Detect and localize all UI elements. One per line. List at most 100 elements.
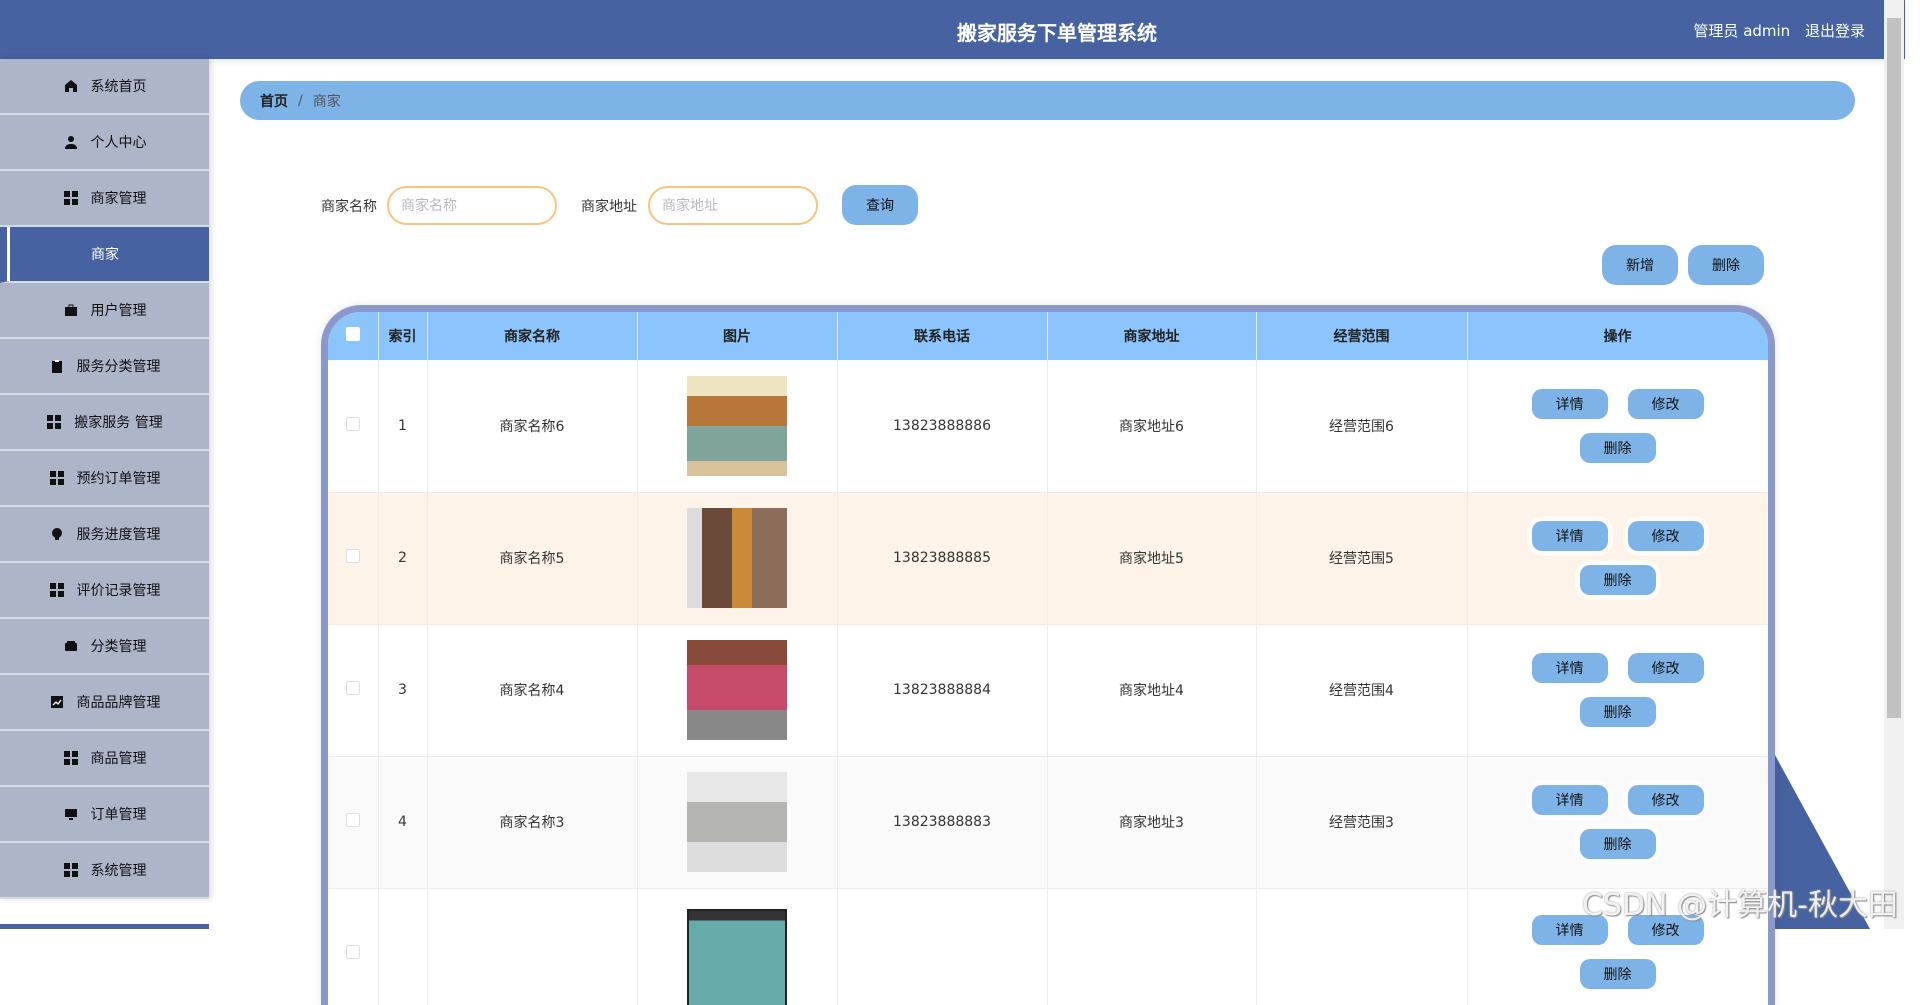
sidebar-item-service-progress[interactable]: 服务进度管理 [0, 507, 209, 563]
row-select-cell [328, 492, 379, 625]
merchant-name: 商家名称6 [427, 360, 638, 493]
edit-button[interactable]: 修改 [1627, 521, 1704, 551]
page-scrollbar[interactable] [1884, 0, 1904, 929]
column-header: 操作 [1467, 312, 1768, 360]
detail-button[interactable]: 详情 [1531, 653, 1608, 683]
sidebar-item-label: 系统首页 [90, 79, 147, 95]
select-all-checkbox[interactable] [345, 327, 360, 341]
delete-button[interactable]: 删除 [1579, 432, 1656, 463]
row-select-cell [328, 360, 379, 493]
sidebar-item-booking-order[interactable]: 预约订单管理 [0, 451, 209, 507]
merchant-scope: 经营范围4 [1256, 624, 1468, 757]
delete-button[interactable]: 删除 [1579, 829, 1656, 859]
row-checkbox[interactable] [345, 945, 360, 959]
breadcrumb-home[interactable]: 首页 [260, 91, 288, 111]
table-row: 4 商家名称3 13823888883 商家地址3 经营范围3 详情 修改 删除 [328, 756, 1768, 889]
delete-button[interactable]: 删除 [1579, 958, 1656, 989]
merchant-address-label: 商家地址 [581, 199, 637, 215]
delete-button[interactable]: 删除 [1579, 565, 1656, 595]
sidebar-item-label: 服务分类管理 [76, 359, 161, 375]
row-checkbox[interactable] [345, 549, 360, 563]
column-header: 商家地址 [1047, 312, 1257, 360]
image-cell [637, 492, 838, 625]
sidebar-item-moving-service[interactable]: 搬家服务 管理 [0, 395, 209, 451]
sidebar-item-user-mgmt[interactable]: 用户管理 [0, 283, 209, 339]
row-index: 4 [378, 756, 428, 889]
bulb-icon [49, 526, 65, 542]
sidebar-item-category[interactable]: 分类管理 [0, 619, 209, 675]
row-checkbox[interactable] [345, 813, 360, 827]
image-cell [637, 624, 838, 757]
edit-button[interactable]: 修改 [1627, 388, 1704, 419]
sidebar-item-label: 个人中心 [90, 135, 147, 151]
briefcase-icon [63, 302, 79, 318]
sidebar-item-label: 商品品牌管理 [76, 695, 161, 711]
sidebar-item-label: 用户管理 [90, 303, 147, 319]
merchant-image [687, 508, 787, 608]
merchant-phone [837, 888, 1048, 1005]
row-checkbox[interactable] [345, 681, 360, 695]
table-row: 详情 修改 删除 [328, 888, 1768, 1005]
sidebar-item-brand[interactable]: 商品品牌管理 [0, 675, 209, 731]
merchant-name: 商家名称3 [427, 756, 638, 889]
clipboard-icon [49, 358, 65, 374]
row-actions: 详情 修改 删除 [1467, 756, 1768, 889]
merchant-image [687, 375, 787, 476]
sidebar-item-profile[interactable]: 个人中心 [0, 115, 209, 171]
breadcrumb-separator: / [298, 92, 303, 109]
add-button[interactable]: 新增 [1602, 245, 1678, 285]
detail-button[interactable]: 详情 [1531, 521, 1608, 551]
row-checkbox[interactable] [345, 416, 360, 431]
bulk-delete-button[interactable]: 删除 [1688, 245, 1764, 285]
row-index: 2 [378, 492, 428, 625]
merchant-image [687, 909, 787, 1005]
sidebar-item-merchant[interactable]: 商家 [0, 227, 209, 283]
logout-link[interactable]: 退出登录 [1805, 22, 1865, 40]
merchant-scope: 经营范围6 [1256, 360, 1468, 493]
delete-button[interactable]: 删除 [1579, 697, 1656, 727]
merchant-phone: 13823888883 [837, 756, 1048, 889]
chart-icon [49, 694, 65, 710]
row-actions: 详情 修改 删除 [1467, 624, 1768, 757]
row-actions: 详情 修改 删除 [1467, 492, 1768, 625]
merchant-scope: 经营范围3 [1256, 756, 1468, 889]
sidebar-item-product[interactable]: 商品管理 [0, 731, 209, 787]
column-header: 经营范围 [1256, 312, 1468, 360]
grid-icon [46, 414, 62, 430]
merchant-name [427, 888, 638, 1005]
detail-button[interactable]: 详情 [1531, 388, 1608, 419]
sidebar-item-merchant-mgmt[interactable]: 商家管理 [0, 171, 209, 227]
sidebar-item-home[interactable]: 系统首页 [0, 59, 209, 115]
merchant-name: 商家名称5 [427, 492, 638, 625]
user-icon [63, 134, 79, 150]
table-row: 3 商家名称4 13823888884 商家地址4 经营范围4 详情 修改 删除 [328, 624, 1768, 757]
current-user: 管理员 admin [1693, 22, 1791, 40]
merchant-name-label: 商家名称 [321, 199, 377, 215]
detail-button[interactable]: 详情 [1531, 785, 1608, 815]
query-button[interactable]: 查询 [842, 185, 918, 225]
table-header-row: 索引 商家名称 图片 联系电话 商家地址 经营范围 操作 [328, 312, 1768, 360]
sidebar-item-service-category[interactable]: 服务分类管理 [0, 339, 209, 395]
merchant-address-input[interactable] [648, 186, 818, 225]
edit-button[interactable]: 修改 [1627, 653, 1704, 683]
edit-button[interactable]: 修改 [1627, 785, 1704, 815]
column-header: 图片 [637, 312, 838, 360]
merchant-scope [1256, 888, 1468, 1005]
row-actions: 详情 修改 删除 [1467, 360, 1768, 493]
home-icon [63, 78, 79, 94]
row-index [378, 888, 428, 1005]
sidebar-item-system[interactable]: 系统管理 [0, 843, 209, 899]
grid-icon [63, 862, 79, 878]
monitor-icon [63, 806, 79, 822]
merchant-name: 商家名称4 [427, 624, 638, 757]
merchant-name-input[interactable] [387, 186, 557, 225]
scrollbar-thumb[interactable] [1887, 18, 1901, 718]
wallet-icon [63, 638, 79, 654]
grid-icon [63, 190, 79, 206]
row-index: 1 [378, 360, 428, 493]
sidebar-item-label: 评价记录管理 [76, 583, 161, 599]
merchant-address: 商家地址4 [1047, 624, 1257, 757]
sidebar-item-order[interactable]: 订单管理 [0, 787, 209, 843]
sidebar-item-label: 预约订单管理 [76, 471, 161, 487]
sidebar-item-review[interactable]: 评价记录管理 [0, 563, 209, 619]
